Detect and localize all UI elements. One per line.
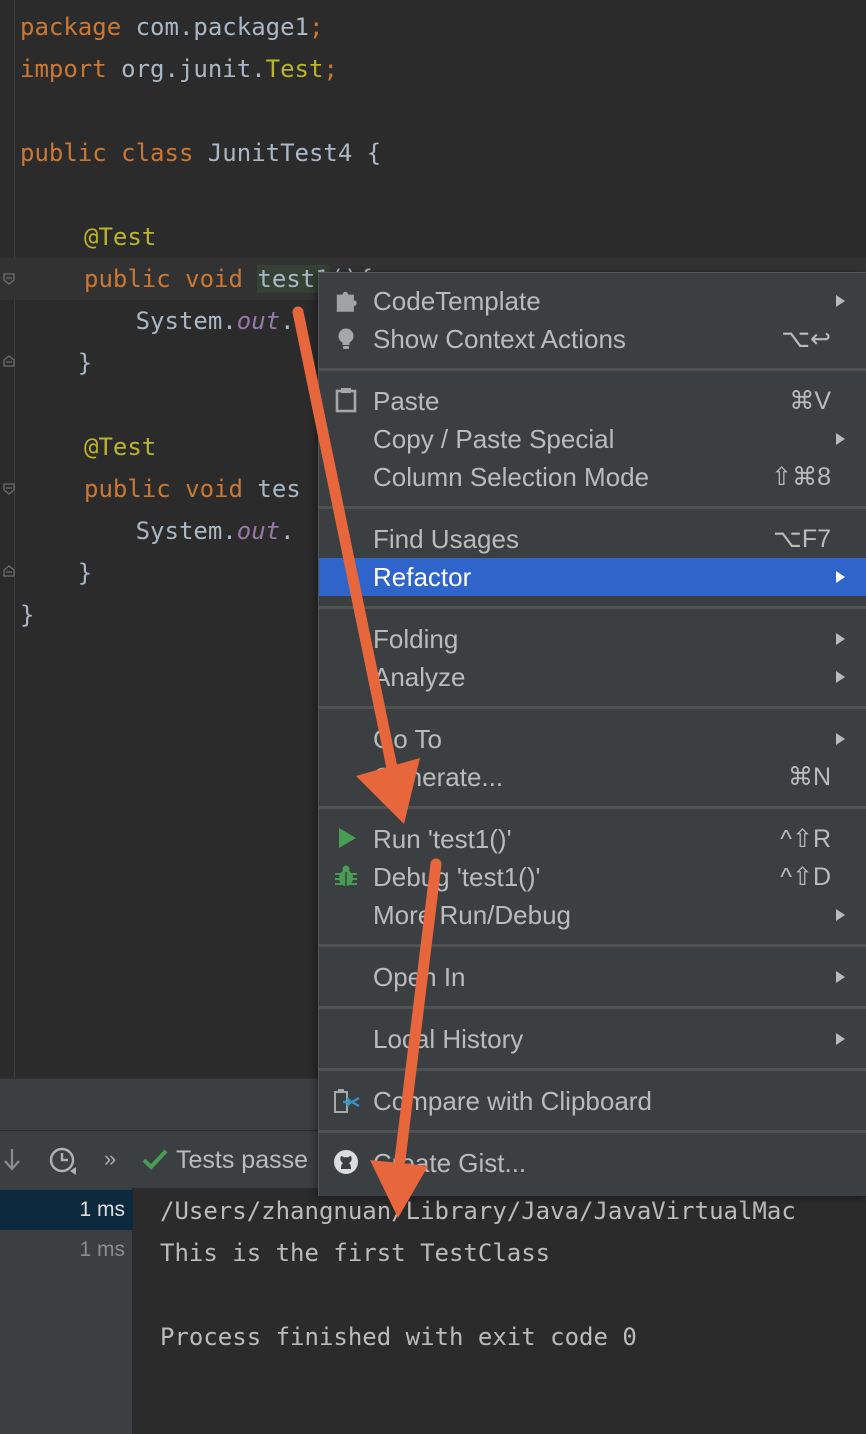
menu-item-go-to[interactable]: Go To xyxy=(319,720,866,758)
code-line-14: } xyxy=(20,559,93,587)
test-tree-row[interactable]: 1 ms xyxy=(0,1190,133,1230)
menu-item-create-gist[interactable]: Create Gist... xyxy=(319,1144,866,1182)
menu-item-copy-paste-special[interactable]: Copy / Paste Special xyxy=(319,420,866,458)
debug-icon xyxy=(333,863,361,891)
menu-separator xyxy=(319,1006,866,1009)
menu-item-paste[interactable]: Paste ⌘V xyxy=(319,382,866,420)
menu-item-analyze[interactable]: Analyze xyxy=(319,658,866,696)
code-line-11: @Test xyxy=(84,433,157,461)
submenu-arrow-icon xyxy=(836,909,845,921)
puzzle-icon xyxy=(333,287,361,315)
code-line-13: System.out. xyxy=(20,517,295,545)
run-icon xyxy=(333,825,361,853)
menu-separator xyxy=(319,806,866,809)
test-results-tree: 1 ms 1 ms xyxy=(0,1188,133,1434)
code-line-2: import org.junit.Test; xyxy=(20,55,338,83)
submenu-arrow-icon xyxy=(836,571,845,583)
console-output[interactable]: /Users/zhangnuan/Library/Java/JavaVirtua… xyxy=(134,1188,866,1434)
sort-down-icon[interactable] xyxy=(0,1145,30,1175)
menu-item-show-context-actions[interactable]: Show Context Actions ⌥↩ xyxy=(319,320,866,358)
code-line-6: @Test xyxy=(84,223,157,251)
code-line-1: package com.package1; xyxy=(20,13,324,41)
fold-open-icon[interactable] xyxy=(2,272,16,286)
fold-close-icon[interactable] xyxy=(2,564,16,578)
clipboard-icon xyxy=(333,387,361,415)
bulb-icon xyxy=(333,325,361,353)
code-line-8: System.out. xyxy=(20,307,295,335)
code-line-4: public class JunitTest4 { xyxy=(20,139,382,167)
menu-item-run-test1[interactable]: Run 'test1()' ^⇧R xyxy=(319,820,866,858)
menu-item-open-in[interactable]: Open In xyxy=(319,958,866,996)
test-tree-row[interactable]: 1 ms xyxy=(0,1230,133,1270)
console-line: This is the first TestClass xyxy=(160,1239,551,1267)
submenu-arrow-icon xyxy=(836,295,845,307)
more-chevron-icon[interactable]: » xyxy=(104,1131,116,1189)
menu-item-folding[interactable]: Folding xyxy=(319,620,866,658)
menu-item-local-history[interactable]: Local History xyxy=(319,1020,866,1058)
menu-item-refactor[interactable]: Refactor xyxy=(319,558,866,596)
github-icon xyxy=(333,1149,361,1177)
code-line-9: } xyxy=(20,349,93,377)
menu-item-debug-test1[interactable]: Debug 'test1()' ^⇧D xyxy=(319,858,866,896)
menu-separator xyxy=(319,944,866,947)
submenu-arrow-icon xyxy=(836,671,845,683)
submenu-arrow-icon xyxy=(836,433,845,445)
menu-item-codetemplate[interactable]: CodeTemplate xyxy=(319,282,866,320)
menu-separator xyxy=(319,368,866,371)
menu-separator xyxy=(319,606,866,609)
gutter-divider xyxy=(14,0,15,1078)
context-menu: CodeTemplate Show Context Actions ⌥↩ Pas… xyxy=(318,272,866,1196)
menu-item-more-run-debug[interactable]: More Run/Debug xyxy=(319,896,866,934)
menu-item-generate[interactable]: Generate... ⌘N xyxy=(319,758,866,796)
menu-item-find-usages[interactable]: Find Usages ⌥F7 xyxy=(319,520,866,558)
submenu-arrow-icon xyxy=(836,971,845,983)
code-line-15: } xyxy=(20,601,35,629)
submenu-arrow-icon xyxy=(836,733,845,745)
console-line: Process finished with exit code 0 xyxy=(160,1323,637,1351)
menu-separator xyxy=(319,706,866,709)
menu-separator xyxy=(319,1130,866,1133)
code-line-12: public void tes xyxy=(84,475,301,503)
menu-item-compare-with-clipboard[interactable]: Compare with Clipboard xyxy=(319,1082,866,1120)
menu-separator xyxy=(319,506,866,509)
submenu-arrow-icon xyxy=(836,633,845,645)
menu-item-column-selection-mode[interactable]: Column Selection Mode ⇧⌘8 xyxy=(319,458,866,496)
menu-separator xyxy=(319,1068,866,1071)
submenu-arrow-icon xyxy=(836,1033,845,1045)
compare-icon xyxy=(333,1087,361,1115)
console-line: /Users/zhangnuan/Library/Java/JavaVirtua… xyxy=(160,1197,796,1225)
fold-close-icon[interactable] xyxy=(2,354,16,368)
fold-open-icon[interactable] xyxy=(2,482,16,496)
test-status-text: Tests passe xyxy=(176,1146,309,1174)
history-icon[interactable] xyxy=(48,1145,78,1175)
check-icon xyxy=(140,1145,170,1175)
